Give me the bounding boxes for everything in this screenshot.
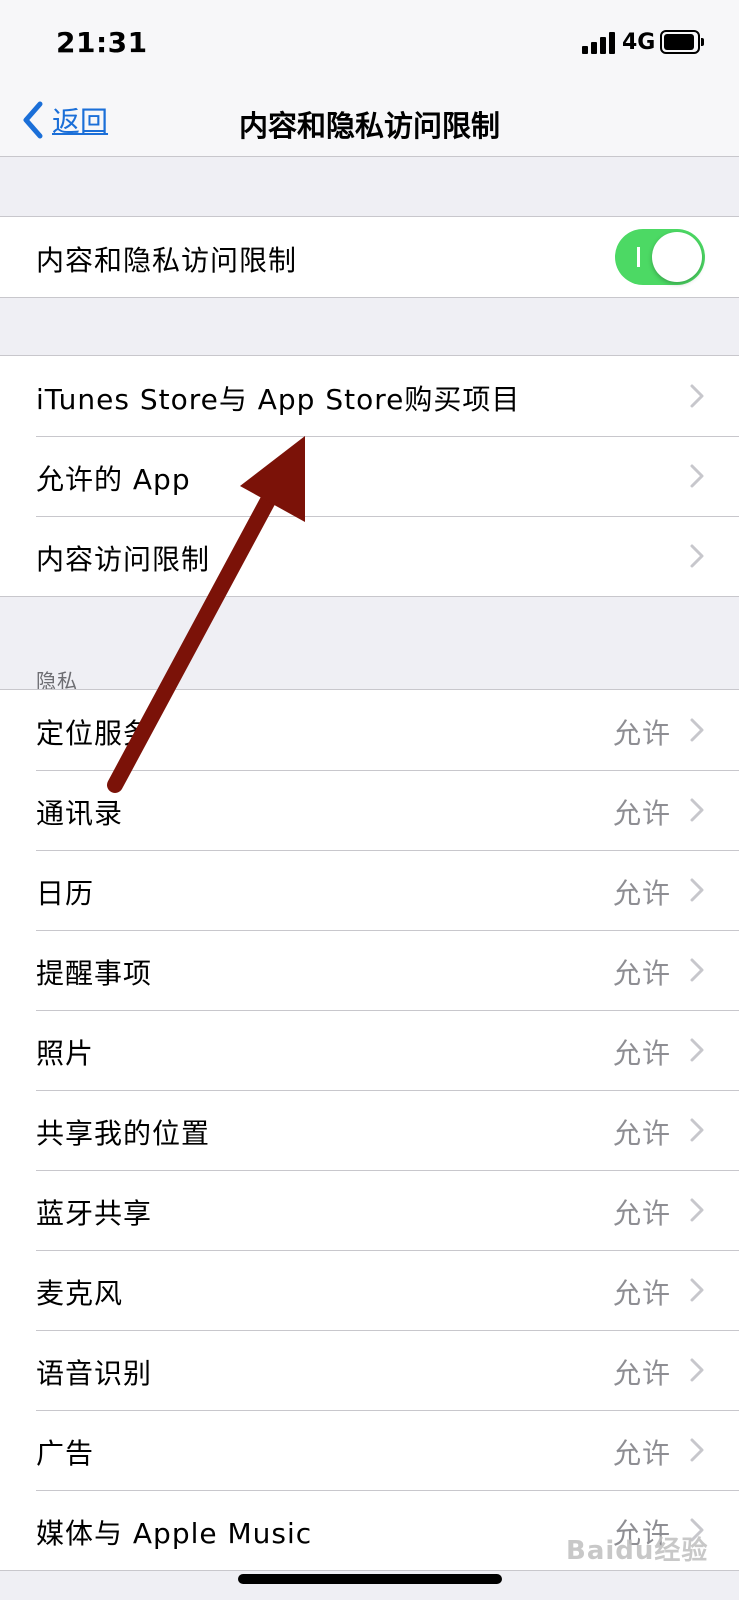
- privacy-row-label: 定位服务: [36, 717, 153, 750]
- chevron-right-icon: [690, 878, 704, 902]
- allowed-apps-label: 允许的 App: [36, 463, 191, 496]
- privacy-row-label: 照片: [36, 1037, 95, 1070]
- chevron-right-icon: [690, 384, 704, 408]
- privacy-row-value: 允许: [612, 1037, 671, 1070]
- privacy-row-label: 蓝牙共享: [36, 1197, 153, 1230]
- chevron-right-icon: [690, 464, 704, 488]
- chevron-right-icon: [690, 1198, 704, 1222]
- privacy-row-value: 允许: [612, 1277, 671, 1310]
- chevron-right-icon: [690, 718, 704, 742]
- chevron-right-icon: [690, 1438, 704, 1462]
- privacy-row-label: 麦克风: [36, 1277, 124, 1310]
- cellular-signal-icon: [582, 32, 618, 54]
- chevron-right-icon: [690, 1038, 704, 1062]
- itunes-app-store-purchases-row[interactable]: iTunes Store与 App Store购买项目: [0, 356, 739, 436]
- chevron-right-icon: [690, 1118, 704, 1142]
- privacy-row-label: 语音识别: [36, 1357, 153, 1390]
- master-toggle-group: 内容和隐私访问限制: [0, 216, 739, 298]
- toggle-knob: [652, 232, 702, 282]
- privacy-row-label: 通讯录: [36, 797, 124, 830]
- privacy-row-value: 允许: [612, 877, 671, 910]
- content-privacy-restrictions-label: 内容和隐私访问限制: [36, 244, 298, 277]
- page-title: 内容和隐私访问限制: [238, 109, 500, 143]
- privacy-row-bluetooth-sharing[interactable]: 蓝牙共享 允许: [0, 1170, 739, 1250]
- privacy-row-label: 媒体与 Apple Music: [36, 1517, 313, 1550]
- privacy-row-location-services[interactable]: 定位服务 允许: [0, 690, 739, 770]
- privacy-row-speech-recognition[interactable]: 语音识别 允许: [0, 1330, 739, 1410]
- privacy-row-value: 允许: [612, 1197, 671, 1230]
- content-privacy-restrictions-row: 内容和隐私访问限制: [0, 217, 739, 297]
- network-type: 4G: [622, 30, 656, 55]
- watermark: Baidu经验: [566, 1536, 709, 1566]
- chevron-right-icon: [690, 958, 704, 982]
- chevron-right-icon: [690, 544, 704, 568]
- toggle-on-mark: [637, 247, 640, 267]
- privacy-row-value: 允许: [612, 1357, 671, 1390]
- allowed-apps-row[interactable]: 允许的 App: [0, 436, 739, 516]
- privacy-row-value: 允许: [612, 957, 671, 990]
- privacy-row-microphone[interactable]: 麦克风 允许: [0, 1250, 739, 1330]
- chevron-right-icon: [690, 798, 704, 822]
- privacy-row-value: 允许: [612, 1437, 671, 1470]
- privacy-row-label: 提醒事项: [36, 957, 153, 990]
- content-privacy-restrictions-toggle[interactable]: [615, 229, 705, 285]
- privacy-row-share-my-location[interactable]: 共享我的位置 允许: [0, 1090, 739, 1170]
- privacy-row-label: 共享我的位置: [36, 1117, 211, 1150]
- status-time: 21:31: [56, 26, 148, 59]
- battery-icon: [660, 30, 704, 54]
- privacy-row-photos[interactable]: 照片 允许: [0, 1010, 739, 1090]
- privacy-row-value: 允许: [612, 1117, 671, 1150]
- privacy-group: 定位服务 允许 通讯录 允许 日历 允许 提醒事项 允许 照片 允许 共享我的位…: [0, 689, 739, 1571]
- itunes-app-store-purchases-label: iTunes Store与 App Store购买项目: [36, 383, 521, 416]
- content-restrictions-row[interactable]: 内容访问限制: [0, 516, 739, 596]
- chevron-right-icon: [690, 1358, 704, 1382]
- privacy-row-label: 广告: [36, 1437, 95, 1470]
- home-indicator[interactable]: [238, 1574, 502, 1584]
- privacy-row-advertising[interactable]: 广告 允许: [0, 1410, 739, 1490]
- content-restrictions-label: 内容访问限制: [36, 543, 211, 576]
- chevron-right-icon: [690, 1278, 704, 1302]
- navigation-bar: 返回 内容和隐私访问限制: [0, 85, 739, 157]
- privacy-row-calendars[interactable]: 日历 允许: [0, 850, 739, 930]
- restrictions-group: iTunes Store与 App Store购买项目 允许的 App 内容访问…: [0, 355, 739, 597]
- privacy-row-label: 日历: [36, 877, 95, 910]
- privacy-row-contacts[interactable]: 通讯录 允许: [0, 770, 739, 850]
- status-bar: 21:31 4G: [0, 0, 739, 85]
- privacy-row-value: 允许: [612, 797, 671, 830]
- privacy-row-value: 允许: [612, 717, 671, 750]
- privacy-row-reminders[interactable]: 提醒事项 允许: [0, 930, 739, 1010]
